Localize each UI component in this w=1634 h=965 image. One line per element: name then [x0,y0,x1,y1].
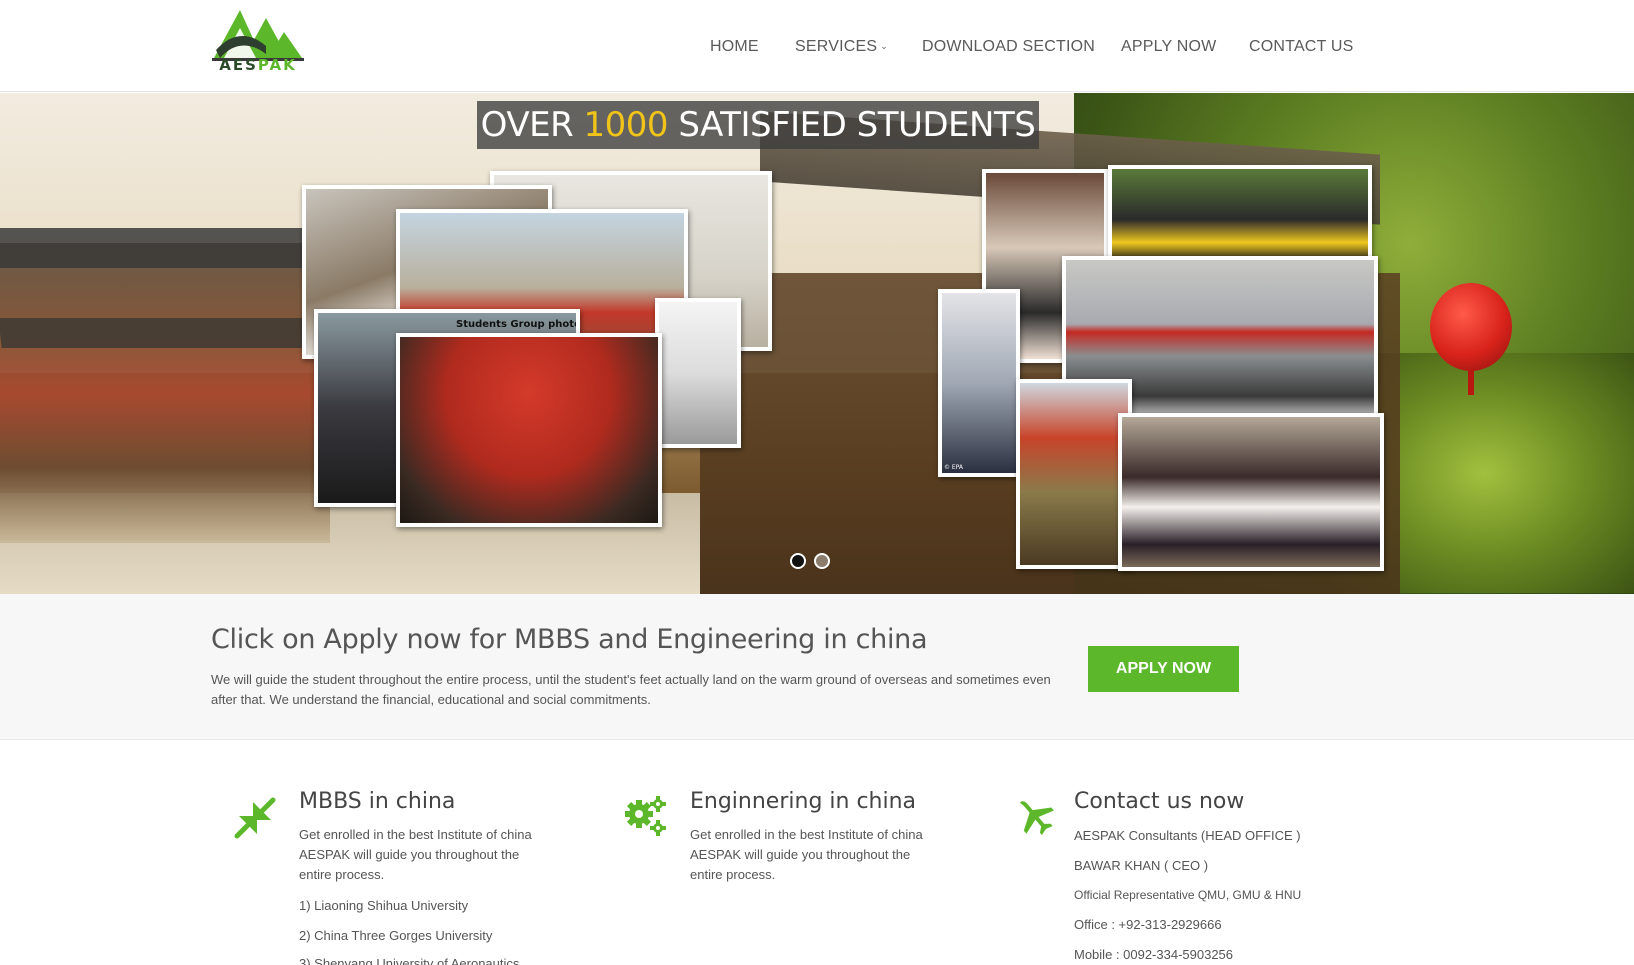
collage-photo [1016,379,1132,569]
nav-services-label: SERVICES [795,38,878,55]
callout-text: We will guide the student throughout the… [211,672,1051,707]
hero-banner-title: OVER 1000 SATISFIED STUDENTS [477,101,1039,149]
contact-line: AESPAK Consultants (HEAD OFFICE ) [1074,828,1301,843]
collage-photo [655,298,741,448]
university-list-item: 3) Shenyang University of Aeronautics [299,956,520,965]
chevron-down-icon: ⌄ [880,41,888,51]
contact-mobile-phone[interactable]: Mobile : 0092-334-5903256 [1074,947,1233,962]
university-list-item: 2) China Three Gorges University [299,928,493,943]
engineering-description: Get enrolled in the best Institute of ch… [690,827,923,882]
photo-caption: Students Group photo [456,319,580,330]
hero-background-roof [0,228,343,268]
compress-arrows-icon [233,796,277,840]
contact-line: Official Representative QMU, GMU & HNU [1074,888,1302,902]
plane-icon [1013,794,1057,838]
slider-dot-2[interactable] [814,553,830,569]
nav-services[interactable]: SERVICES ⌄ [795,38,888,56]
red-lantern-image [1430,283,1512,371]
collage-photo: © EPA [938,289,1020,477]
contact-heading: Contact us now [1074,789,1245,814]
lantern-tassel [1468,369,1474,395]
engineering-heading: Enginnering in china [690,789,917,814]
callout-title: Click on Apply now for MBBS and Engineer… [211,624,928,655]
mbbs-heading: MBBS in china [299,789,456,814]
nav-download-section[interactable]: DOWNLOAD SECTION [922,38,1095,56]
banner-suffix: SATISFIED STUDENTS [668,105,1036,145]
collage-photo [1118,413,1384,571]
university-list-item: 1) Liaoning Shihua University [299,898,469,913]
apply-now-button[interactable]: APPLY NOW [1088,646,1239,692]
nav-apply-now[interactable]: APPLY NOW [1121,38,1216,56]
slider-dot-1[interactable] [790,553,806,569]
hero-background-pagoda [0,243,330,543]
banner-prefix: OVER [480,105,584,145]
main-nav: HOME SERVICES ⌄ DOWNLOAD SECTION APPLY NO… [0,38,1634,60]
collage-photo [1108,165,1372,265]
mbbs-description: Get enrolled in the best Institute of ch… [299,827,532,882]
hero-background-roof-lower [0,318,322,348]
slider-pagination [790,553,840,571]
contact-office-phone[interactable]: Office : +92-313-2929666 [1074,917,1222,932]
apply-callout: Click on Apply now for MBBS and Engineer… [0,594,1634,740]
contact-line: BAWAR KHAN ( CEO ) [1074,858,1209,873]
photo-credit: © EPA [944,464,964,471]
nav-contact-us[interactable]: CONTACT US [1249,38,1354,56]
banner-number: 1000 [583,105,669,145]
hero-slider: OVER 1000 SATISFIED STUDENTS Students Gr… [0,93,1634,594]
nav-home[interactable]: HOME [710,38,759,56]
collage-photo [396,333,662,527]
site-header: AESPAK HOME SERVICES ⌄ DOWNLOAD SECTION A… [0,0,1634,92]
gears-icon [624,794,668,838]
